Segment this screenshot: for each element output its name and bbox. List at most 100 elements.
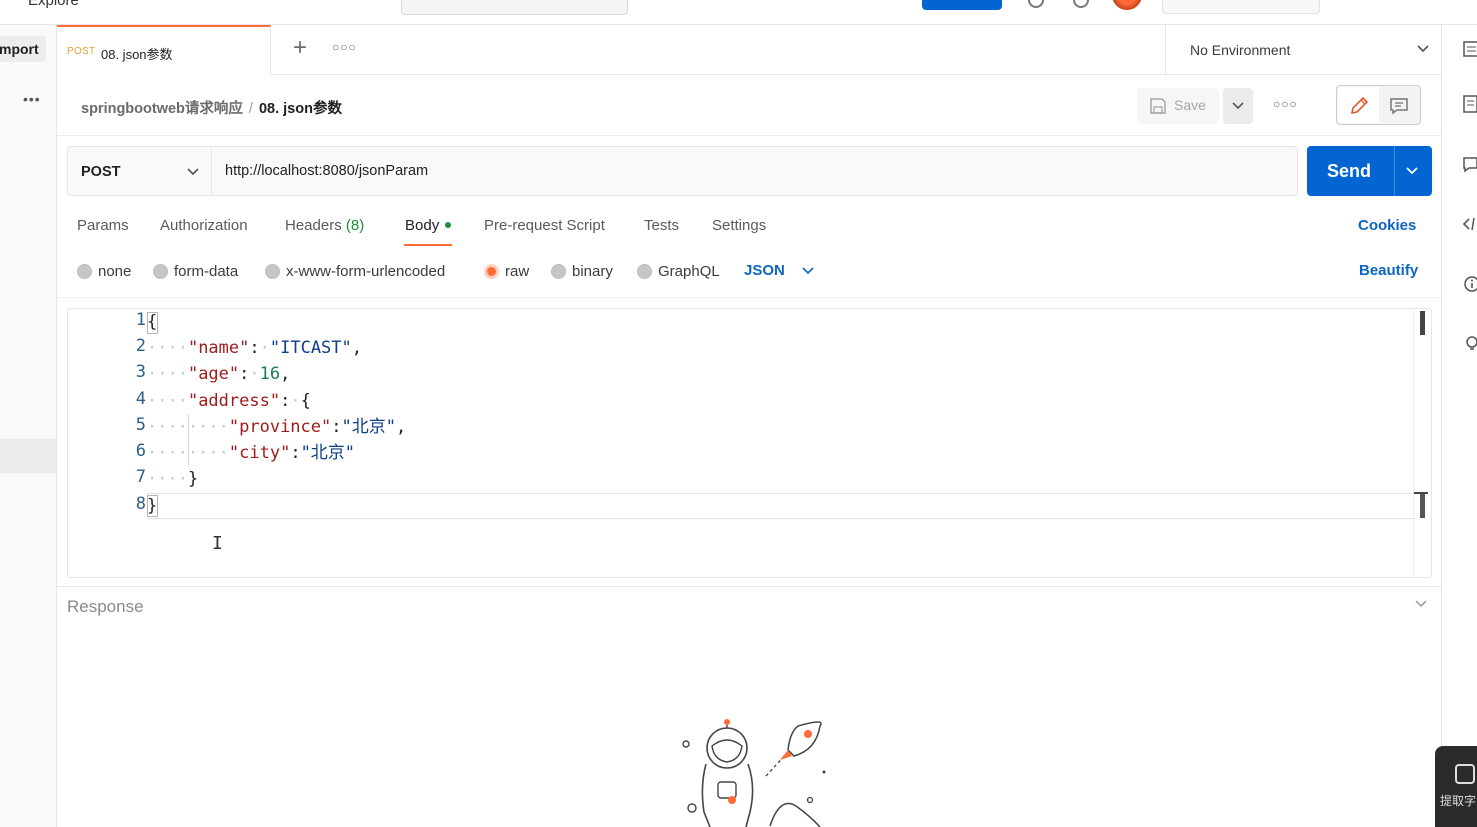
- sidebar-selected-item[interactable]: [0, 439, 56, 473]
- body-mode-label: GraphQL: [658, 263, 720, 280]
- upgrade-button[interactable]: [922, 0, 1002, 10]
- save-button[interactable]: Save: [1137, 88, 1219, 124]
- url-bar: POST http://localhost:8080/jsonParam: [67, 146, 1298, 196]
- tab-params[interactable]: Params: [77, 217, 129, 234]
- more-icon[interactable]: ○○○: [332, 40, 357, 54]
- line-number: 1: [135, 310, 146, 330]
- chevron-down-icon: [1417, 45, 1429, 53]
- current-line-highlight: [147, 493, 1415, 519]
- chevron-down-icon: [802, 267, 814, 275]
- tab-authorization[interactable]: Authorization: [160, 217, 248, 234]
- tab-title: 08. json参数: [101, 47, 173, 62]
- documentation-icon[interactable]: [1462, 95, 1477, 113]
- method-select[interactable]: POST: [68, 147, 212, 195]
- scrollbar-marker: [1420, 494, 1425, 518]
- gear-icon[interactable]: [1073, 0, 1089, 8]
- line-number: 4: [135, 389, 146, 409]
- tab-settings[interactable]: Settings: [712, 217, 766, 234]
- text-cursor-icon: I: [212, 533, 223, 554]
- headers-count: (8): [345, 217, 365, 234]
- floating-extract-widget[interactable]: 提取字: [1435, 746, 1477, 827]
- save-label: Save: [1174, 97, 1206, 113]
- code-line: ····"address":·{: [147, 391, 311, 411]
- send-divider: [1394, 146, 1395, 196]
- line-number: 3: [135, 362, 146, 382]
- tab-body[interactable]: Body: [405, 217, 452, 234]
- line-number: 2: [135, 336, 146, 356]
- tab-tests[interactable]: Tests: [644, 217, 679, 234]
- line-number: 6: [135, 441, 146, 461]
- extract-text-icon: [1455, 764, 1475, 784]
- response-divider[interactable]: [57, 586, 1441, 587]
- code-icon[interactable]: [1462, 215, 1477, 233]
- body-mode-label: binary: [572, 263, 613, 280]
- scrollbar-thumb[interactable]: [1420, 311, 1425, 335]
- radio-icon: [77, 264, 92, 279]
- chevron-down-icon: [1232, 102, 1244, 110]
- line-number: 5: [135, 415, 146, 435]
- comment-icon: [1390, 98, 1408, 115]
- breadcrumb: springbootweb请求响应 / 08. json参数: [81, 97, 342, 118]
- info-icon[interactable]: [1462, 275, 1477, 293]
- divider: [57, 297, 1441, 298]
- line-gutter: 1 2 3 4 5 6 7 8: [68, 309, 146, 577]
- edit-mode-button[interactable]: [1338, 87, 1379, 123]
- comments-icon[interactable]: [1462, 155, 1477, 173]
- tab-body-label: Body: [405, 217, 440, 234]
- divider: [57, 135, 1441, 136]
- radio-selected-icon: [484, 264, 499, 279]
- radio-icon: [551, 264, 566, 279]
- widget-label: 提取字: [1440, 794, 1477, 808]
- body-mode-label: x-www-form-urlencoded: [286, 263, 446, 280]
- active-tab-underline: [404, 244, 452, 246]
- code-line: }: [147, 496, 158, 516]
- code-line: ····"age":·16,: [147, 364, 291, 384]
- body-mode-label: form-data: [174, 263, 239, 280]
- search-input[interactable]: [401, 0, 628, 15]
- chevron-down-icon[interactable]: [1405, 166, 1419, 176]
- radio-icon: [153, 264, 168, 279]
- environment-select[interactable]: No Environment: [1165, 25, 1442, 75]
- tab-headers[interactable]: Headers (8): [285, 217, 364, 234]
- pencil-icon: [1350, 96, 1369, 115]
- environment-label: No Environment: [1190, 42, 1291, 58]
- app-header: Explore: [0, 0, 1477, 25]
- code-area[interactable]: { ····"name":·"ITCAST", ····"age":·16, ·…: [147, 309, 1415, 577]
- sidebar-more-icon[interactable]: •••: [23, 91, 41, 107]
- editor-scrollbar[interactable]: [1413, 309, 1414, 577]
- plus-icon[interactable]: +: [288, 36, 312, 61]
- cookies-link[interactable]: Cookies: [1358, 217, 1416, 234]
- tab-json-param[interactable]: POST 08. json参数: [57, 25, 271, 75]
- send-label: Send: [1327, 161, 1372, 181]
- right-sidebar: [1441, 25, 1477, 827]
- tab-method: POST: [67, 46, 96, 57]
- left-sidebar: mport •••: [0, 25, 57, 827]
- url-input[interactable]: http://localhost:8080/jsonParam: [225, 163, 428, 179]
- lightbulb-icon[interactable]: [1462, 335, 1477, 353]
- import-button[interactable]: mport: [0, 36, 46, 62]
- environment-quicklook-icon[interactable]: [1462, 40, 1477, 58]
- radio-icon: [637, 264, 652, 279]
- chevron-down-icon: [187, 168, 199, 176]
- breadcrumb-request[interactable]: 08. json参数: [259, 101, 342, 117]
- chevron-down-icon[interactable]: [1414, 598, 1428, 610]
- language-label: JSON: [744, 262, 785, 279]
- send-button[interactable]: Send: [1307, 146, 1432, 196]
- code-editor[interactable]: 1 2 3 4 5 6 7 8 { ····"name":·"ITCAST", …: [67, 308, 1432, 578]
- line-number: 8: [135, 494, 146, 514]
- body-indicator-dot: [445, 222, 452, 228]
- workspace-select[interactable]: [1162, 0, 1320, 14]
- language-select[interactable]: JSON: [744, 262, 814, 279]
- save-options-button[interactable]: [1223, 88, 1253, 124]
- explore-link[interactable]: Explore: [28, 0, 79, 9]
- breadcrumb-collection[interactable]: springbootweb请求响应: [81, 101, 243, 117]
- method-label: POST: [81, 164, 121, 180]
- breadcrumb-separator: /: [248, 101, 253, 117]
- request-more-icon[interactable]: ○○○: [1273, 97, 1298, 111]
- save-icon: [1150, 98, 1166, 114]
- avatar[interactable]: [1112, 0, 1142, 10]
- beautify-link[interactable]: Beautify: [1359, 262, 1418, 279]
- tab-prerequest-script[interactable]: Pre-request Script: [484, 217, 605, 234]
- code-line: ········"city":"北京": [147, 443, 356, 463]
- bell-icon[interactable]: [1028, 0, 1044, 8]
